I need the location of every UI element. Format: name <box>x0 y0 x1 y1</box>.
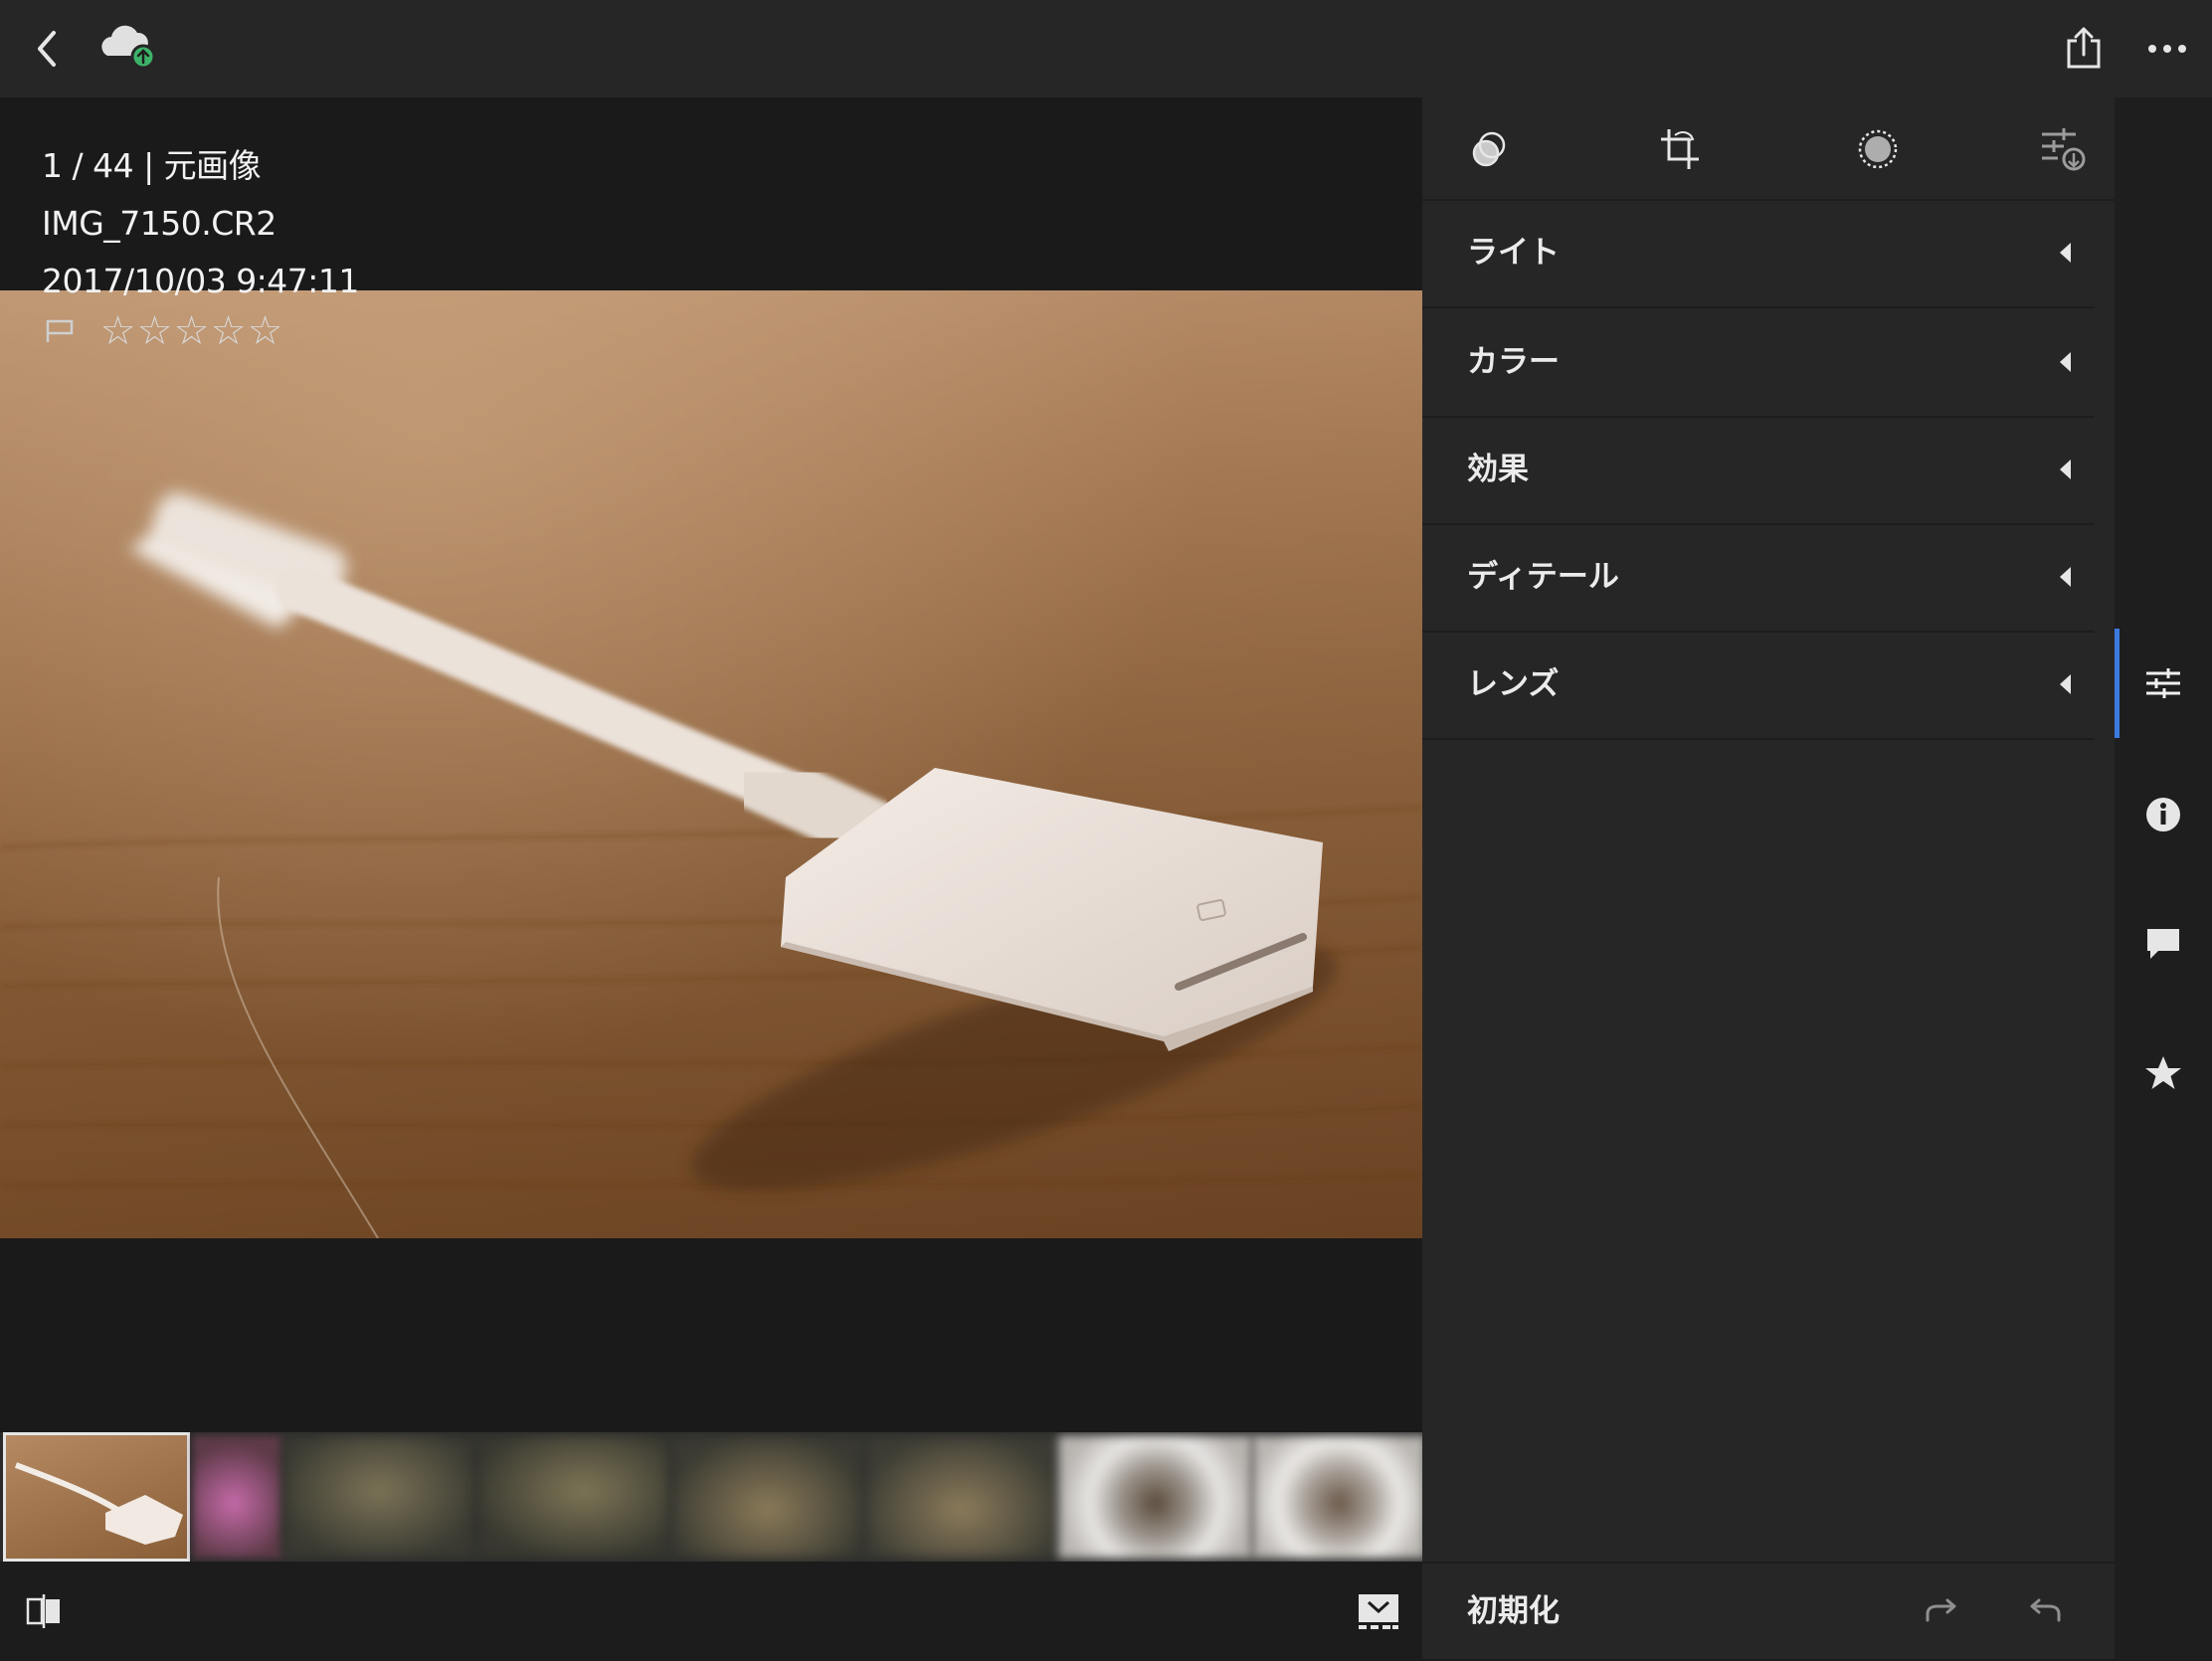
main-photo[interactable] <box>0 290 1422 1238</box>
filmstrip-thumb[interactable] <box>282 1435 476 1559</box>
star-icon[interactable] <box>2138 1048 2188 1098</box>
side-rail <box>2115 97 2212 1659</box>
image-filename: IMG_7150.CR2 <box>42 204 276 243</box>
filmstrip-thumb[interactable] <box>193 1435 282 1559</box>
selective-icon[interactable] <box>1850 121 1906 177</box>
section-color[interactable]: カラー <box>1422 308 2095 418</box>
edit-sliders-icon[interactable] <box>2138 658 2188 708</box>
caret-left-icon <box>2060 352 2071 372</box>
flag-icon[interactable] <box>44 316 76 346</box>
section-label: ライト <box>1467 235 1560 271</box>
filmstrip-thumb[interactable] <box>670 1435 864 1559</box>
caret-left-icon <box>2060 243 2071 263</box>
filmstrip-thumb[interactable] <box>1058 1435 1252 1559</box>
adjust-add-icon[interactable] <box>2035 121 2091 177</box>
edit-tool-row <box>1422 97 2115 201</box>
filmstrip-thumb[interactable] <box>476 1435 670 1559</box>
section-detail[interactable]: ディテール <box>1422 523 2095 633</box>
rating-star-icon[interactable]: ☆ <box>247 311 283 351</box>
edit-panel: ライト カラー 効果 ディテール レンズ 初期化 <box>1422 97 2115 1659</box>
photo-info-overlay: 1 / 44 | 元画像 IMG_7150.CR2 2017/10/03 9:4… <box>42 137 359 310</box>
more-dots-icon[interactable] <box>2142 26 2192 72</box>
redo-icon[interactable] <box>1916 1587 1965 1637</box>
rating-star-icon[interactable]: ☆ <box>99 311 136 351</box>
caret-left-icon <box>2060 567 2071 587</box>
section-effects[interactable]: 効果 <box>1422 416 2095 525</box>
caret-left-icon <box>2060 460 2071 479</box>
rating-star-icon[interactable]: ☆ <box>136 311 173 351</box>
section-label: レンズ <box>1467 666 1560 702</box>
filmstrip-thumb[interactable] <box>864 1435 1058 1559</box>
share-icon[interactable] <box>2055 20 2113 78</box>
crop-icon[interactable] <box>1651 121 1707 177</box>
section-label: 効果 <box>1467 452 1529 487</box>
viewer-bottom-bar <box>0 1562 1422 1659</box>
filmstrip-toggle-icon[interactable] <box>1355 1589 1402 1633</box>
section-lens[interactable]: レンズ <box>1422 631 2095 740</box>
active-indicator <box>2115 629 2120 738</box>
filmstrip-thumb[interactable] <box>1252 1435 1422 1559</box>
rating-star-icon[interactable]: ☆ <box>210 311 247 351</box>
before-after-icon[interactable] <box>22 1589 66 1633</box>
cloud-sync-icon[interactable] <box>97 20 161 76</box>
section-light[interactable]: ライト <box>1422 199 2095 308</box>
presets-icon[interactable] <box>1464 123 1516 175</box>
star-rating[interactable]: ☆ ☆ ☆ ☆ ☆ <box>99 311 283 351</box>
undo-icon[interactable] <box>2021 1587 2071 1637</box>
comment-icon[interactable] <box>2138 919 2188 969</box>
flag-rating-row: ☆ ☆ ☆ ☆ ☆ <box>44 311 283 351</box>
rating-star-icon[interactable]: ☆ <box>173 311 210 351</box>
image-position: 1 / 44 | 元画像 <box>42 146 262 185</box>
caret-left-icon <box>2060 674 2071 694</box>
image-datetime: 2017/10/03 9:47:11 <box>42 262 359 300</box>
info-icon[interactable] <box>2138 790 2188 839</box>
chevron-left-icon[interactable] <box>22 24 72 74</box>
filmstrip-thumb[interactable] <box>3 1432 190 1562</box>
section-label: カラー <box>1467 344 1560 380</box>
top-bar <box>0 0 2212 97</box>
photo-viewer: 1 / 44 | 元画像 IMG_7150.CR2 2017/10/03 9:4… <box>0 97 1422 1435</box>
filmstrip <box>0 1432 1422 1562</box>
edit-panel-footer: 初期化 <box>1422 1562 2115 1661</box>
section-label: ディテール <box>1467 559 1619 595</box>
reset-button[interactable]: 初期化 <box>1467 1564 1560 1659</box>
